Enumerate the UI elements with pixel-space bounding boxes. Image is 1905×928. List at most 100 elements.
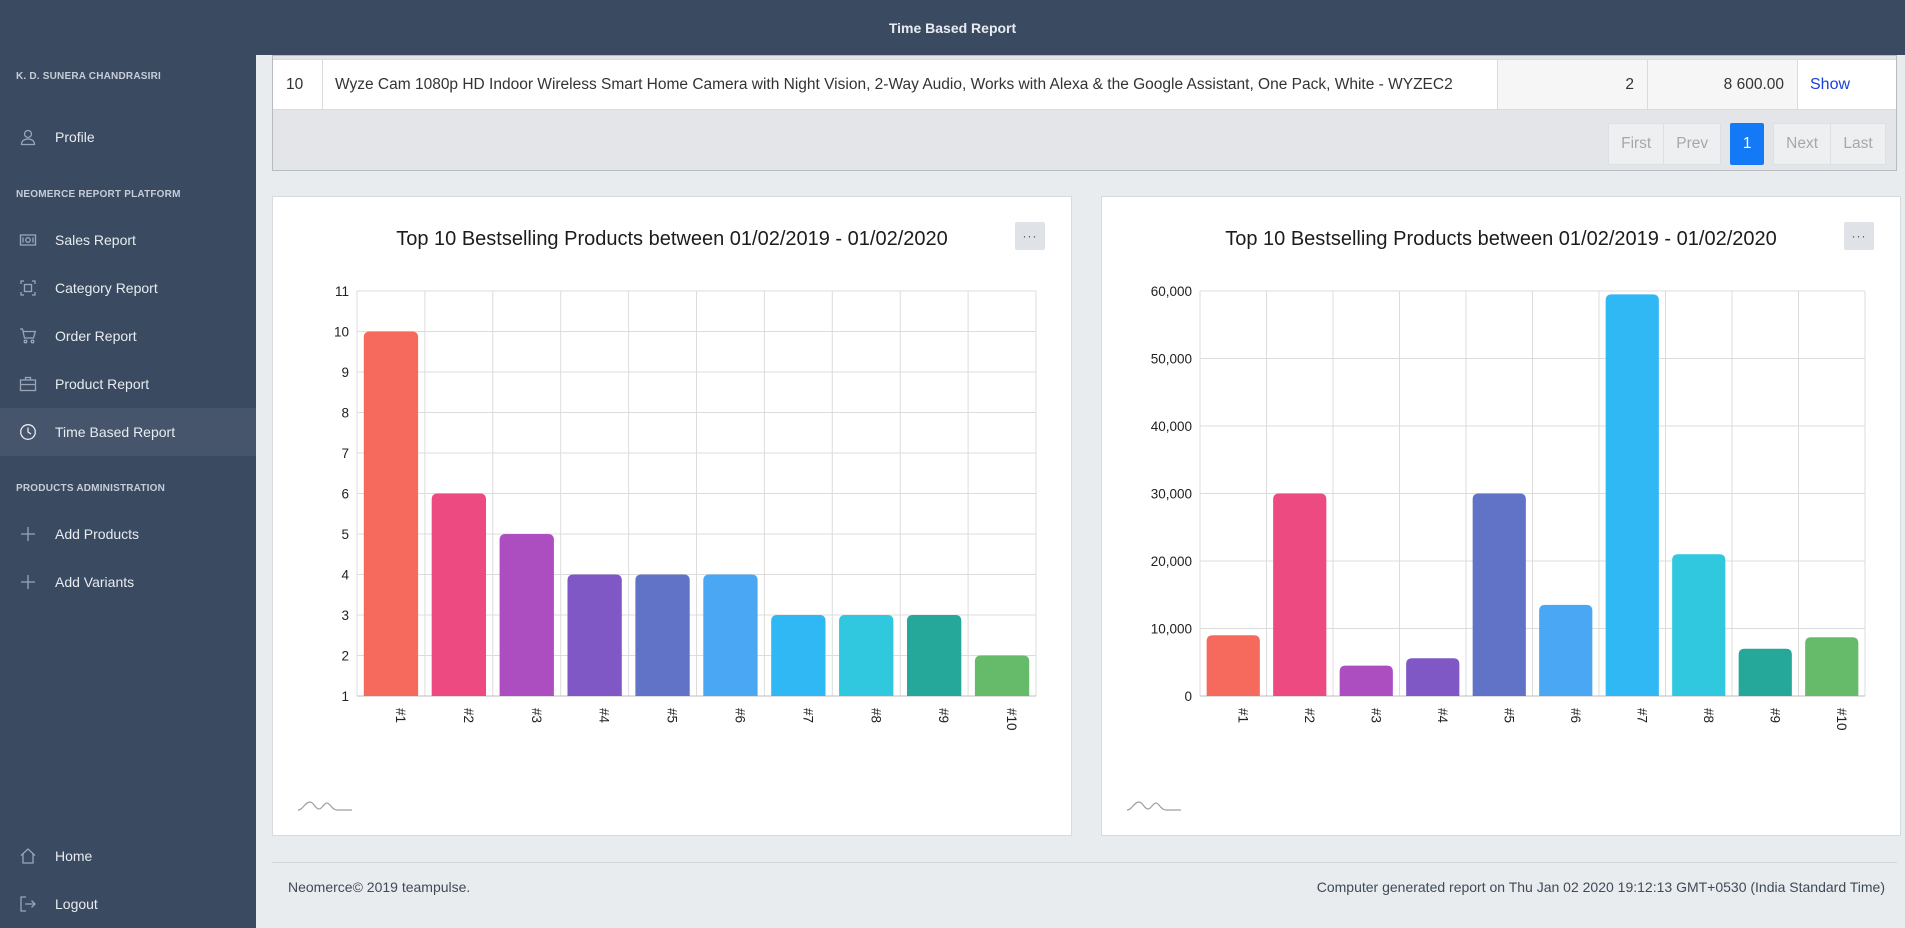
x-tick-label: #4	[597, 708, 612, 724]
bar-rank-6[interactable]	[703, 574, 758, 697]
x-tick-label: #4	[1435, 708, 1450, 724]
x-tick-label: #10	[1834, 708, 1849, 731]
y-tick-label: 8	[341, 406, 349, 421]
bar-rank-1[interactable]	[1206, 635, 1260, 696]
bar-rank-9[interactable]	[906, 615, 962, 696]
bar-rank-2[interactable]	[431, 493, 487, 697]
y-tick-label: 10	[334, 325, 349, 340]
briefcase-icon	[16, 372, 40, 396]
quantity-bar-chart: 1 2 3 4 5 6 7 8 9 10 11 #1 #2 #3 #4 #5 #6 #7 #8 #9 #10	[334, 284, 1037, 731]
bar-rank-4[interactable]	[567, 574, 622, 697]
sidebar-item-label: Add Products	[55, 526, 140, 542]
y-tick-label: 1	[341, 689, 349, 704]
bar-rank-10[interactable]	[1805, 637, 1859, 696]
sidebar-item-label: Category Report	[55, 280, 158, 296]
rank-cell: 10	[273, 60, 323, 109]
y-tick-label: 11	[335, 284, 349, 299]
chart-watermark-icon	[297, 801, 352, 811]
sidebar-item-home[interactable]: Home	[0, 832, 256, 880]
bar-rank-7[interactable]	[771, 615, 826, 696]
x-tick-label: #6	[1568, 708, 1583, 723]
footer-timestamp: Computer generated report on Thu Jan 02 …	[1316, 879, 1885, 895]
sidebar-item-add-products[interactable]: Add Products	[0, 510, 256, 558]
y-tick-label: 9	[341, 365, 349, 380]
last-page-button[interactable]: Last	[1830, 123, 1886, 165]
footer-copyright: Neomerce© 2019 teampulse.	[288, 879, 471, 895]
page-title: Time Based Report	[888, 19, 1017, 36]
sidebar-item-label: Sales Report	[55, 232, 136, 248]
sidebar-item-order-report[interactable]: Order Report	[0, 312, 256, 360]
sidebar-item-label: Time Based Report	[55, 424, 176, 440]
product-table: 10 Wyze Cam 1080p HD Indoor Wireless Sma…	[272, 55, 1897, 171]
first-page-button[interactable]: First	[1608, 123, 1665, 165]
y-tick-label: 20,000	[1151, 554, 1192, 569]
y-tick-label: 6	[341, 487, 349, 502]
cart-icon	[16, 324, 40, 348]
bar-rank-5[interactable]	[635, 574, 690, 697]
x-tick-label: #8	[1701, 708, 1716, 723]
y-tick-label: 40,000	[1151, 419, 1192, 434]
sidebar-item-label: Logout	[55, 896, 98, 912]
amount-cell: 8 600.00	[1648, 60, 1798, 109]
prev-page-button[interactable]: Prev	[1663, 123, 1722, 165]
y-tick-label: 10,000	[1151, 622, 1192, 637]
x-tick-label: #5	[665, 708, 680, 723]
x-tick-label: #5	[1501, 708, 1516, 723]
bar-rank-7[interactable]	[1605, 294, 1659, 696]
sidebar-item-sales-report[interactable]: Sales Report	[0, 216, 256, 264]
sidebar-item-time-based-report[interactable]: Time Based Report	[0, 408, 256, 456]
x-tick-label: #1	[393, 708, 408, 723]
y-tick-label: 50,000	[1151, 352, 1192, 367]
bar-rank-6[interactable]	[1539, 604, 1593, 696]
footer-divider	[272, 862, 1897, 863]
y-tick-label: 30,000	[1151, 487, 1192, 502]
sidebar-item-label: Home	[55, 848, 93, 864]
x-tick-label: #2	[461, 708, 476, 723]
x-tick-label: #6	[732, 708, 747, 723]
bar-rank-8[interactable]	[839, 615, 894, 696]
sidebar-user-name: K. D. SUNERA CHANDRASIRI	[16, 71, 161, 82]
y-tick-label: 3	[341, 608, 349, 623]
bar-rank-3[interactable]	[499, 534, 554, 696]
page-1-button[interactable]: 1	[1730, 123, 1765, 165]
bar-rank-9[interactable]	[1738, 648, 1792, 696]
plus-icon	[16, 522, 40, 546]
sidebar-item-label: Profile	[55, 129, 95, 145]
table-row: 10 Wyze Cam 1080p HD Indoor Wireless Sma…	[273, 59, 1896, 110]
quantity-chart-card: Top 10 Bestselling Products between 01/0…	[272, 196, 1072, 836]
x-tick-label: #2	[1302, 708, 1317, 723]
pagination: First Prev 1 Next Last	[1608, 123, 1886, 165]
x-tick-label: #1	[1235, 708, 1250, 723]
sidebar-item-category-report[interactable]: Category Report	[0, 264, 256, 312]
y-tick-label: 7	[341, 446, 349, 461]
bar-rank-3[interactable]	[1339, 665, 1393, 696]
logout-icon	[16, 892, 40, 916]
sidebar-item-add-variants[interactable]: Add Variants	[0, 558, 256, 606]
amount-chart-card: Top 10 Bestselling Products between 01/0…	[1101, 196, 1901, 836]
grid-frame-icon	[16, 276, 40, 300]
money-icon	[16, 228, 40, 252]
sidebar-section-platform: NEOMERCE REPORT PLATFORM	[16, 189, 181, 200]
sidebar-item-label: Add Variants	[55, 574, 135, 590]
product-name-cell: Wyze Cam 1080p HD Indoor Wireless Smart …	[323, 60, 1498, 109]
show-link[interactable]: Show	[1810, 76, 1850, 94]
bar-rank-2[interactable]	[1273, 493, 1327, 697]
sidebar-item-profile[interactable]: Profile	[0, 113, 256, 161]
x-tick-label: #9	[936, 708, 951, 723]
amount-bar-chart: 0 10,000 20,000 30,000 40,000 50,000 60,000 #1 #…	[1151, 284, 1866, 731]
x-tick-label: #3	[1368, 708, 1383, 723]
sidebar-item-logout[interactable]: Logout	[0, 880, 256, 928]
sidebar-item-product-report[interactable]: Product Report	[0, 360, 256, 408]
user-icon	[16, 125, 40, 149]
bar-rank-8[interactable]	[1672, 554, 1726, 696]
bar-rank-5[interactable]	[1472, 493, 1526, 697]
home-icon	[16, 844, 40, 868]
bar-rank-1[interactable]	[363, 331, 419, 697]
bar-rank-10[interactable]	[974, 655, 1030, 697]
next-page-button[interactable]: Next	[1773, 123, 1831, 165]
bar-rank-4[interactable]	[1406, 658, 1460, 696]
main-content: 10 Wyze Cam 1080p HD Indoor Wireless Sma…	[256, 55, 1905, 928]
sidebar-section-admin: PRODUCTS ADMINISTRATION	[16, 483, 166, 494]
y-tick-label: 5	[341, 527, 349, 542]
top-bar: Time Based Report	[0, 0, 1905, 55]
